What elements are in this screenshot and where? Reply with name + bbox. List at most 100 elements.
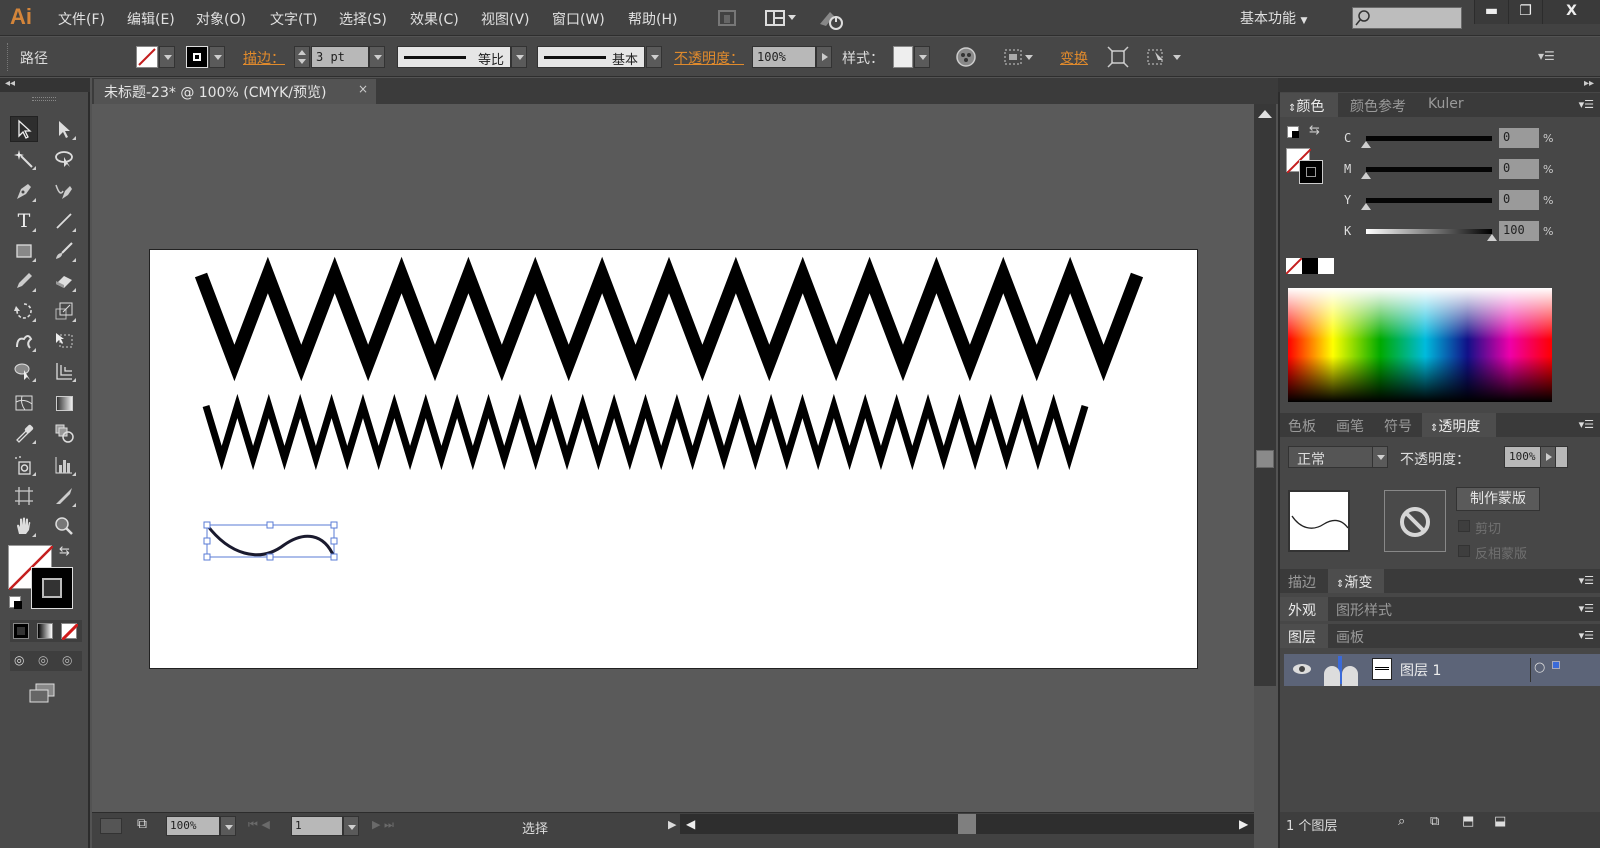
screen-mode-button[interactable]: [28, 682, 58, 708]
opacity-slider-button[interactable]: [816, 46, 832, 68]
eyedropper-tool[interactable]: [10, 420, 38, 446]
control-bar-menu-icon[interactable]: ▾☰: [1538, 49, 1555, 63]
clipping-mask-icon[interactable]: ⧉: [1430, 814, 1439, 829]
locate-object-icon[interactable]: ⌕: [1398, 814, 1405, 829]
artboard-dropdown[interactable]: [343, 816, 359, 836]
first-artboard-icon[interactable]: ⏮ ◀: [248, 818, 270, 832]
curvature-tool[interactable]: [50, 178, 78, 204]
tab-brushes[interactable]: 画笔: [1328, 413, 1372, 437]
paintbrush-tool[interactable]: [50, 238, 78, 264]
slider-track-y[interactable]: [1366, 198, 1492, 203]
collapse-icon[interactable]: ◂◂: [5, 78, 15, 89]
brush-dropdown[interactable]: [646, 46, 662, 68]
new-layer-icon[interactable]: ⬓: [1494, 814, 1506, 829]
direct-selection-tool[interactable]: [50, 116, 78, 142]
artboard-number-input[interactable]: 1: [291, 816, 343, 836]
selected-wave-path[interactable]: [203, 521, 338, 561]
tools-grip[interactable]: [32, 97, 56, 101]
magic-wand-tool[interactable]: [10, 146, 38, 172]
close-tab-icon[interactable]: ×: [358, 82, 368, 96]
graphic-style-swatch[interactable]: [893, 46, 913, 68]
tab-transparency[interactable]: ⇕透明度: [1422, 413, 1496, 437]
black-swatch[interactable]: [1302, 258, 1318, 274]
free-transform-tool[interactable]: [50, 328, 78, 354]
eraser-tool[interactable]: [50, 268, 78, 294]
rectangle-tool[interactable]: [10, 238, 38, 264]
panel-dock-header[interactable]: ▸▸: [1278, 78, 1600, 92]
tab-artboards[interactable]: 画板: [1328, 624, 1372, 648]
menu-type[interactable]: 文字(T): [270, 9, 317, 29]
blend-mode-select[interactable]: 正常: [1288, 446, 1380, 468]
channel-value-m[interactable]: 0: [1499, 159, 1539, 179]
channel-value-y[interactable]: 0: [1499, 190, 1539, 210]
perspective-grid-tool[interactable]: [50, 358, 78, 384]
menu-file[interactable]: 文件(F): [58, 9, 105, 29]
layer-lock-column[interactable]: [1320, 654, 1358, 686]
grip-handle[interactable]: [7, 43, 10, 71]
fill-swatch[interactable]: [136, 46, 158, 68]
tab-graphic-styles[interactable]: 图形样式: [1328, 597, 1400, 621]
color-mode-button[interactable]: [13, 623, 29, 639]
transform-panel-link[interactable]: 变换: [1060, 48, 1088, 68]
menu-select[interactable]: 选择(S): [339, 9, 387, 29]
handle-bottom-left[interactable]: [203, 553, 211, 561]
slider-thumb-m[interactable]: [1361, 172, 1371, 179]
profile-dropdown[interactable]: [511, 46, 527, 68]
minimize-button[interactable]: ▬: [1474, 0, 1508, 24]
slider-thumb-c[interactable]: [1361, 141, 1371, 148]
transparency-opacity-input[interactable]: 100%: [1504, 446, 1568, 468]
status-menu-arrow-icon[interactable]: ▶: [668, 818, 676, 831]
default-colors-icon[interactable]: [9, 596, 22, 609]
transparency-opacity-slider-button[interactable]: [1540, 446, 1556, 468]
slider-thumb-k[interactable]: [1487, 234, 1497, 241]
draw-behind-icon[interactable]: ◎: [38, 653, 48, 667]
default-fill-stroke-icon[interactable]: [1287, 126, 1299, 138]
wave-path[interactable]: [205, 524, 336, 558]
warp-tool[interactable]: [10, 328, 38, 354]
none-mode-button[interactable]: [60, 622, 80, 642]
document-tab[interactable]: 未标题-23* @ 100% (CMYK/预览) ×: [94, 79, 376, 104]
make-mask-button[interactable]: 制作蒙版: [1456, 487, 1540, 511]
expand-panels-icon[interactable]: ▸▸: [1584, 78, 1594, 89]
blend-mode-dropdown[interactable]: [1372, 446, 1388, 468]
handle-bottom-right[interactable]: [330, 553, 338, 561]
isolate-group-icon[interactable]: [1107, 46, 1129, 72]
transparency-panel-menu-icon[interactable]: ▾☰: [1579, 418, 1594, 431]
fill-dropdown[interactable]: [159, 46, 175, 68]
brush-definition-select[interactable]: 基本: [537, 46, 645, 68]
sync-settings-icon[interactable]: [816, 8, 846, 30]
handle-bottom-center[interactable]: [266, 553, 274, 561]
menu-edit[interactable]: 编辑(E): [127, 9, 175, 29]
none-swatch[interactable]: [1285, 257, 1303, 275]
tab-color-guide[interactable]: 颜色参考: [1342, 93, 1414, 117]
scroll-up-arrow-icon[interactable]: [1258, 110, 1272, 118]
object-thumbnail[interactable]: [1288, 490, 1350, 552]
tab-stroke[interactable]: 描边: [1280, 569, 1324, 593]
recolor-artwork-icon[interactable]: [955, 46, 977, 72]
artboard-tool[interactable]: [10, 483, 38, 509]
type-tool[interactable]: T: [10, 208, 38, 234]
selection-tool[interactable]: [10, 116, 38, 142]
shape-builder-tool[interactable]: [10, 358, 38, 384]
help-search-input[interactable]: [1352, 7, 1462, 29]
draw-normal-icon[interactable]: ◎: [14, 653, 24, 667]
line-segment-tool[interactable]: [50, 208, 78, 234]
opacity-panel-link[interactable]: 不透明度：: [674, 48, 744, 68]
layers-panel-menu-icon[interactable]: ▾☰: [1579, 629, 1594, 642]
gradient-tool[interactable]: [50, 390, 78, 416]
slider-thumb-y[interactable]: [1361, 203, 1371, 210]
stroke-swatch[interactable]: [186, 46, 208, 68]
share-icon[interactable]: ⧉: [137, 816, 147, 832]
eye-visibility-icon[interactable]: [1292, 662, 1312, 676]
gradient-mode-button[interactable]: [37, 623, 53, 639]
stroke-weight-stepper[interactable]: [294, 46, 310, 68]
column-graph-tool[interactable]: [50, 452, 78, 478]
restore-button[interactable]: ❐: [1508, 0, 1542, 24]
new-sublayer-icon[interactable]: ⬒: [1462, 814, 1474, 829]
gradient-panel-menu-icon[interactable]: ▾☰: [1579, 574, 1594, 587]
slice-tool[interactable]: [50, 483, 78, 509]
bridge-icon[interactable]: [716, 8, 738, 28]
handle-middle-right[interactable]: [330, 537, 338, 545]
workspace-switcher[interactable]: 基本功能 ▼: [1240, 8, 1307, 28]
close-window-button[interactable]: X: [1542, 0, 1600, 24]
